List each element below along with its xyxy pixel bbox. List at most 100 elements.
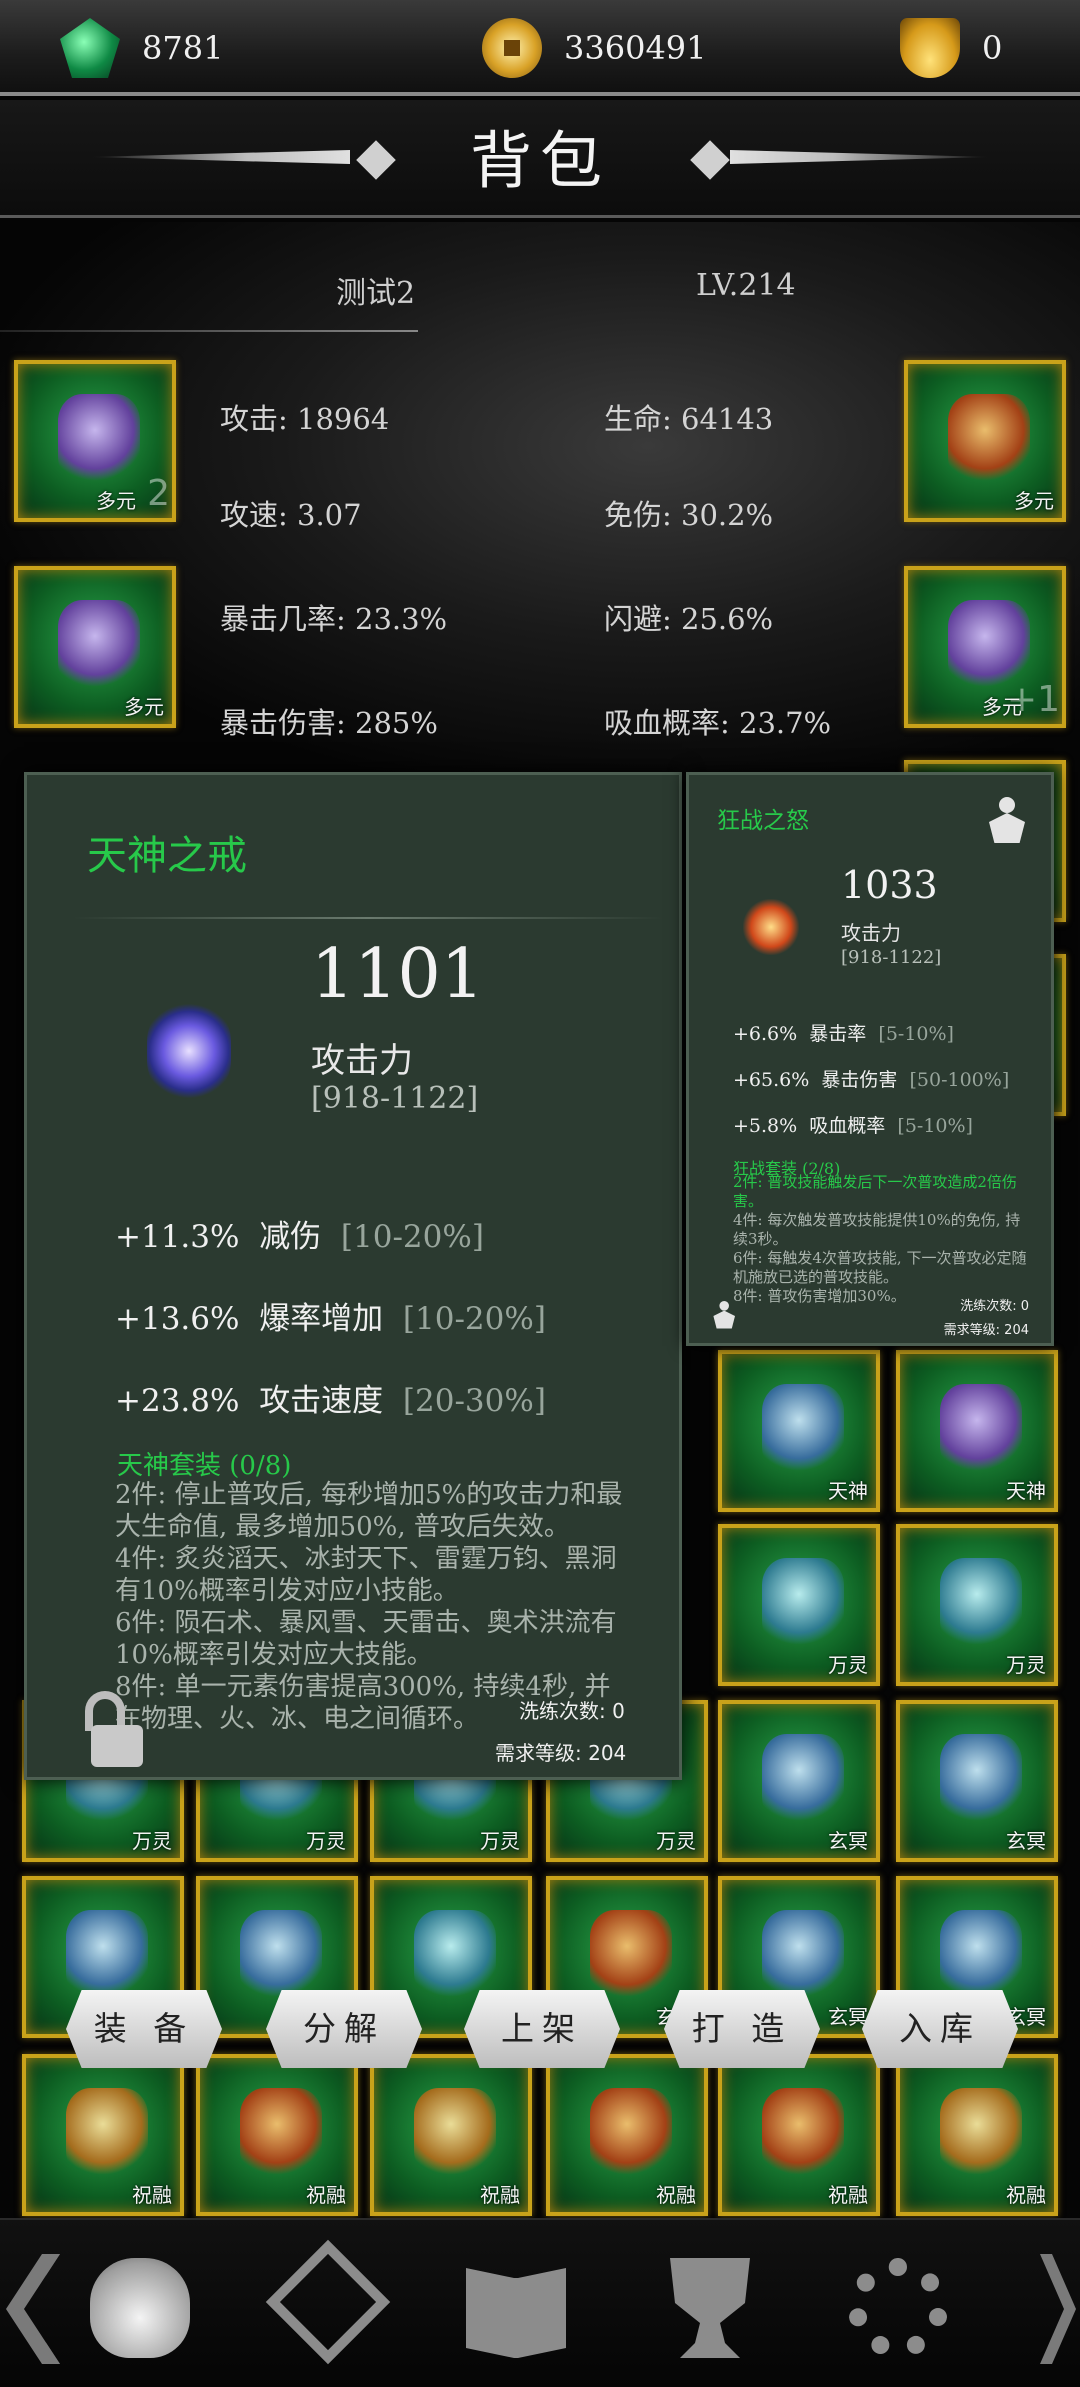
inventory-slot[interactable]: 万灵 [896, 1524, 1058, 1686]
slot-tag: 多元 [124, 695, 164, 719]
affix-value: +23.8% [115, 1383, 240, 1419]
inventory-slot[interactable]: 祝融 [718, 2054, 880, 2216]
ring-icon [940, 2088, 1022, 2178]
affix-range: [20-30%] [402, 1383, 546, 1419]
helmet-icon [940, 1558, 1022, 1648]
gauntlet-icon [743, 899, 799, 955]
stat-attack-speed: 攻速: 3.07 [220, 498, 362, 532]
required-level: 需求等级: 204 [943, 1323, 1029, 1338]
slot-tag: 多元 [96, 489, 136, 513]
staff-icon [762, 1910, 844, 2000]
affix-name: 吸血概率 [809, 1115, 886, 1137]
inventory-slot[interactable]: 万灵 [718, 1524, 880, 1686]
inventory-slot[interactable]: 祝融 [546, 2054, 708, 2216]
stat-attack: 攻击: 18964 [220, 402, 390, 436]
slot-tag: 万灵 [828, 1653, 868, 1677]
inventory-slot[interactable]: 祝融 [196, 2054, 358, 2216]
slot-tag: 祝融 [480, 2183, 520, 2207]
decompose-button[interactable]: 分解 [266, 1990, 422, 2068]
affix-name: 暴击伤害 [821, 1069, 898, 1091]
helmet-icon [240, 1910, 322, 2000]
slot-tag: 祝融 [656, 2183, 696, 2207]
equip-slot-armor[interactable]: +1 多元 [904, 566, 1066, 728]
affix-name: 暴击率 [809, 1023, 867, 1045]
item-attack-value: 1101 [311, 935, 485, 1014]
book-icon[interactable] [466, 2268, 566, 2358]
affix-row: +6.6% 暴击率 [5-10%] [733, 1019, 954, 1046]
item-attack-range: [918-1122] [841, 947, 942, 968]
equip-slot-helmet[interactable]: 多元 [904, 360, 1066, 522]
compare-tooltip: 狂战之怒 1033 攻击力 [918-1122] +6.6% 暴击率 [5-10… [686, 772, 1054, 1346]
affix-range: [5-10%] [878, 1023, 954, 1045]
wash-count: 洗练次数: 0 [960, 1299, 1029, 1314]
item-name: 狂战之怒 [717, 808, 809, 834]
skill-icon[interactable] [265, 2239, 391, 2365]
inventory-slot[interactable]: 祝融 [896, 2054, 1058, 2216]
equip-slot-weapon[interactable]: 2 多元 [14, 360, 176, 522]
unlock-icon[interactable] [79, 1691, 143, 1767]
staff-icon [58, 394, 140, 484]
armor-icon [414, 2088, 496, 2178]
slot-tag: 万灵 [132, 1829, 172, 1853]
affix-name: 攻击速度 [259, 1383, 384, 1419]
inventory-slot[interactable]: 祝融 [22, 2054, 184, 2216]
gear-icon[interactable] [848, 2258, 948, 2358]
action-bar: 装 备 分解 上架 打 造 入库 [0, 1990, 1080, 2070]
required-level: 需求等级: 204 [495, 1741, 627, 1765]
set-description: 2件: 普攻技能触发后下一次普攻造成2倍伤害。 4件: 每次触发普攻技能提供10… [733, 1173, 1029, 1306]
affix-row: +5.8% 吸血概率 [5-10%] [733, 1111, 973, 1138]
divider [73, 917, 663, 919]
equip-button[interactable]: 装 备 [66, 1990, 222, 2068]
divider [0, 330, 418, 332]
affix-range: [50-100%] [909, 1069, 1010, 1091]
stat-lifesteal: 吸血概率: 23.7% [604, 706, 832, 740]
affix-value: +13.6% [115, 1301, 240, 1337]
slot-tag: 万灵 [306, 1829, 346, 1853]
helmet-icon [240, 2088, 322, 2178]
gold-resource: 3360491 [482, 18, 707, 78]
inventory-slot[interactable]: 天神 [896, 1350, 1058, 1512]
trophy-icon[interactable] [670, 2258, 750, 2358]
coin-icon [482, 18, 542, 78]
gold-ingot-icon [900, 18, 960, 78]
affix-row: +13.6% 爆率增加 [10-20%] [115, 1293, 546, 1338]
slot-tag: 天神 [1006, 1479, 1046, 1503]
slot-tag: 多元 [1014, 489, 1054, 513]
affix-range: [10-20%] [402, 1301, 546, 1337]
list-button[interactable]: 上架 [464, 1990, 620, 2068]
inventory-slot[interactable]: 玄冥 [718, 1700, 880, 1862]
gem-resource: 8781 [60, 18, 223, 78]
stat-damage-reduction: 免伤: 30.2% [604, 498, 774, 532]
slot-tag: 万灵 [656, 1829, 696, 1853]
slot-tag: 祝融 [132, 2183, 172, 2207]
equip-slot-necklace[interactable]: 多元 [14, 566, 176, 728]
item-attack-label: 攻击力 [311, 1041, 413, 1081]
item-name: 天神之戒 [87, 833, 247, 879]
ring-icon [940, 1910, 1022, 2000]
armor-icon [590, 2088, 672, 2178]
affix-name: 爆率增加 [259, 1301, 384, 1337]
inventory-slot[interactable]: 天神 [718, 1350, 880, 1512]
slot-count: 2 [147, 473, 170, 514]
forge-button[interactable]: 打 造 [664, 1990, 820, 2068]
stat-dodge: 闪避: 25.6% [604, 602, 774, 636]
amulet-icon [58, 600, 140, 690]
character-level: LV.214 [696, 268, 796, 303]
slot-tag: 玄冥 [1006, 1829, 1046, 1853]
inventory-slot[interactable]: 玄冥 [896, 1700, 1058, 1862]
stat-crit-damage: 暴击伤害: 285% [220, 706, 438, 740]
armor-icon [948, 600, 1030, 690]
resource-bar: 8781 3360491 0 [0, 0, 1080, 96]
character-figure-icon [711, 1301, 735, 1329]
bag-icon[interactable] [90, 2258, 190, 2358]
armor-icon [762, 1558, 844, 1648]
slot-tag: 祝融 [828, 2183, 868, 2207]
ring-icon [940, 1734, 1022, 1824]
gold-count: 3360491 [564, 29, 707, 67]
armor-icon [66, 1910, 148, 2000]
inventory-slot[interactable]: 祝融 [370, 2054, 532, 2216]
affix-row: +11.3% 减伤 [10-20%] [115, 1211, 484, 1256]
armor-icon [762, 1384, 844, 1474]
slot-tag: 玄冥 [828, 1829, 868, 1853]
store-button[interactable]: 入库 [862, 1990, 1018, 2068]
